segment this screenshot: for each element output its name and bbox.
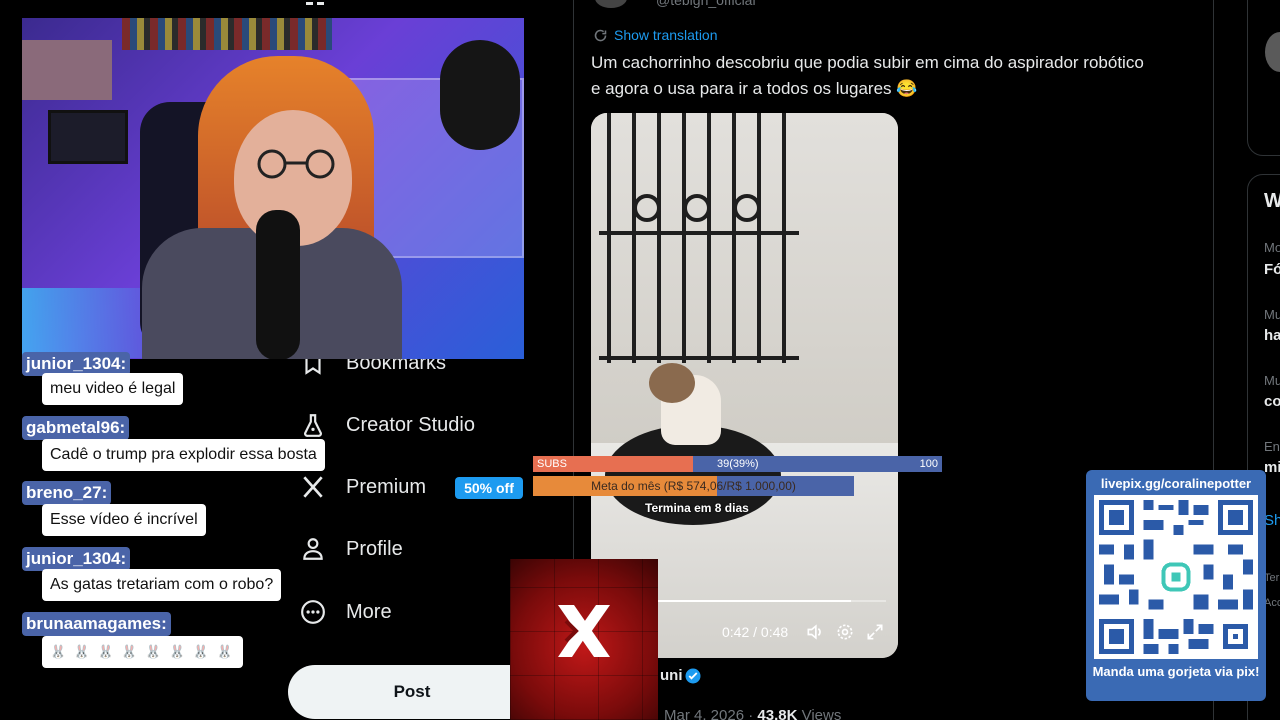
trend-context: Mu bbox=[1264, 373, 1280, 388]
translate-icon bbox=[594, 29, 607, 41]
goal-ends-label: Termina em 8 dias bbox=[645, 501, 749, 515]
streamer-webcam bbox=[22, 18, 524, 359]
verified-badge-icon bbox=[685, 668, 701, 684]
tweet-text: Um cachorrinho descobriu que podia subir… bbox=[591, 53, 1144, 98]
show-more-link[interactable]: Sh bbox=[1264, 512, 1280, 529]
video-time: 0:42 / 0:48 bbox=[722, 624, 789, 640]
chat-message: As gatas tretariam com o robo? bbox=[42, 569, 282, 601]
sidebar-item-more[interactable]: More bbox=[300, 599, 392, 625]
trend-name[interactable]: ha bbox=[1264, 327, 1280, 344]
sidebar-item-profile[interactable]: Profile bbox=[300, 536, 403, 562]
author-avatar[interactable] bbox=[595, 0, 627, 8]
chat-username: junior_1304: bbox=[22, 547, 131, 571]
channel-x-logo-icon bbox=[558, 605, 610, 657]
tweet-date: Mar 4, 2026 · bbox=[664, 707, 758, 720]
more-circle-icon bbox=[301, 600, 325, 624]
chat-message: meu video é legal bbox=[42, 373, 184, 405]
show-translation-link[interactable]: Show translation bbox=[593, 27, 718, 43]
livepix-url: livepix.gg/coralinepotter bbox=[1100, 476, 1252, 491]
chat-username: gabmetal96: bbox=[22, 416, 130, 440]
x-logo-icon bbox=[303, 476, 323, 498]
premium-discount-badge[interactable]: 50% off bbox=[455, 477, 523, 499]
webcam-frame bbox=[48, 110, 128, 164]
subs-progress: 39(39%) bbox=[717, 458, 759, 470]
trend-context: Mo bbox=[1264, 240, 1280, 255]
webcam-poster bbox=[22, 40, 112, 100]
home-icon[interactable] bbox=[304, 0, 326, 8]
chat-message-emotes: 🐰 🐰 🐰 🐰 🐰 🐰 🐰 🐰 bbox=[42, 636, 243, 668]
person-icon bbox=[303, 538, 323, 560]
trend-name[interactable]: Fó bbox=[1264, 261, 1280, 278]
video-frame-gate bbox=[599, 113, 799, 363]
fullscreen-icon[interactable] bbox=[865, 622, 885, 642]
livepix-donation-panel: livepix.gg/coralinepotter Manda uma gorj… bbox=[1086, 470, 1266, 701]
sidebar-item-label: Creator Studio bbox=[346, 413, 475, 436]
subs-label: SUBS bbox=[537, 458, 567, 470]
video-frame-puppy-head bbox=[649, 363, 695, 403]
livepix-cta: Manda uma gorjeta via pix! bbox=[1092, 664, 1260, 679]
sidebar-item-creator-studio[interactable]: Creator Studio bbox=[300, 412, 475, 438]
trend-name[interactable]: mi bbox=[1264, 459, 1280, 476]
trend-context: Mu bbox=[1264, 307, 1280, 322]
post-button[interactable]: Post bbox=[288, 665, 536, 719]
trend-context: En bbox=[1264, 439, 1280, 454]
chat-message: Esse vídeo é incrível bbox=[42, 504, 206, 536]
monthly-goal-bar: Meta do mês (R$ 574,06/R$ 1.000,00) bbox=[533, 476, 854, 496]
quoted-author-name[interactable]: uni bbox=[660, 667, 683, 684]
webcam-plush-bear bbox=[440, 40, 520, 150]
volume-icon[interactable] bbox=[805, 622, 825, 642]
subs-target: 100 bbox=[919, 458, 938, 470]
chat-username: brunaamagames: bbox=[22, 612, 171, 636]
webcam-glasses bbox=[257, 149, 335, 179]
webcam-bookshelf bbox=[122, 18, 332, 50]
tweet-meta: Mar 4, 2026 · 43.8K Views bbox=[664, 707, 841, 720]
footer-link[interactable]: Acc bbox=[1264, 597, 1280, 609]
whats-happening-title: W bbox=[1264, 190, 1280, 212]
sidebar-item-label: Premium bbox=[346, 475, 427, 498]
chat-username: breno_27: bbox=[22, 481, 112, 505]
footer-link[interactable]: Ter bbox=[1264, 572, 1279, 584]
webcam-microphone bbox=[256, 210, 300, 359]
subs-goal-bar: SUBS 39(39%) 100 bbox=[533, 456, 942, 472]
settings-gear-icon[interactable] bbox=[835, 622, 855, 642]
monthly-goal-label: Meta do mês (R$ 574,06/R$ 1.000,00) bbox=[591, 479, 796, 493]
sidebar-item-label: Profile bbox=[346, 537, 403, 560]
tweet-views-count: 43.8K bbox=[757, 707, 798, 720]
trend-name[interactable]: co bbox=[1264, 393, 1280, 410]
chat-message: Cadê o trump pra explodir essa bosta bbox=[42, 439, 325, 471]
right-profile-card bbox=[1247, 0, 1280, 156]
tweet-views-label: Views bbox=[797, 707, 842, 720]
qr-code bbox=[1094, 495, 1258, 659]
author-handle[interactable]: @tebigh_official bbox=[656, 0, 756, 8]
channel-logo-overlay bbox=[510, 559, 658, 720]
show-translation-label: Show translation bbox=[614, 27, 718, 43]
sidebar-item-premium[interactable]: Premium bbox=[300, 474, 426, 500]
sidebar-item-label: More bbox=[346, 600, 392, 623]
flask-icon bbox=[304, 414, 322, 437]
